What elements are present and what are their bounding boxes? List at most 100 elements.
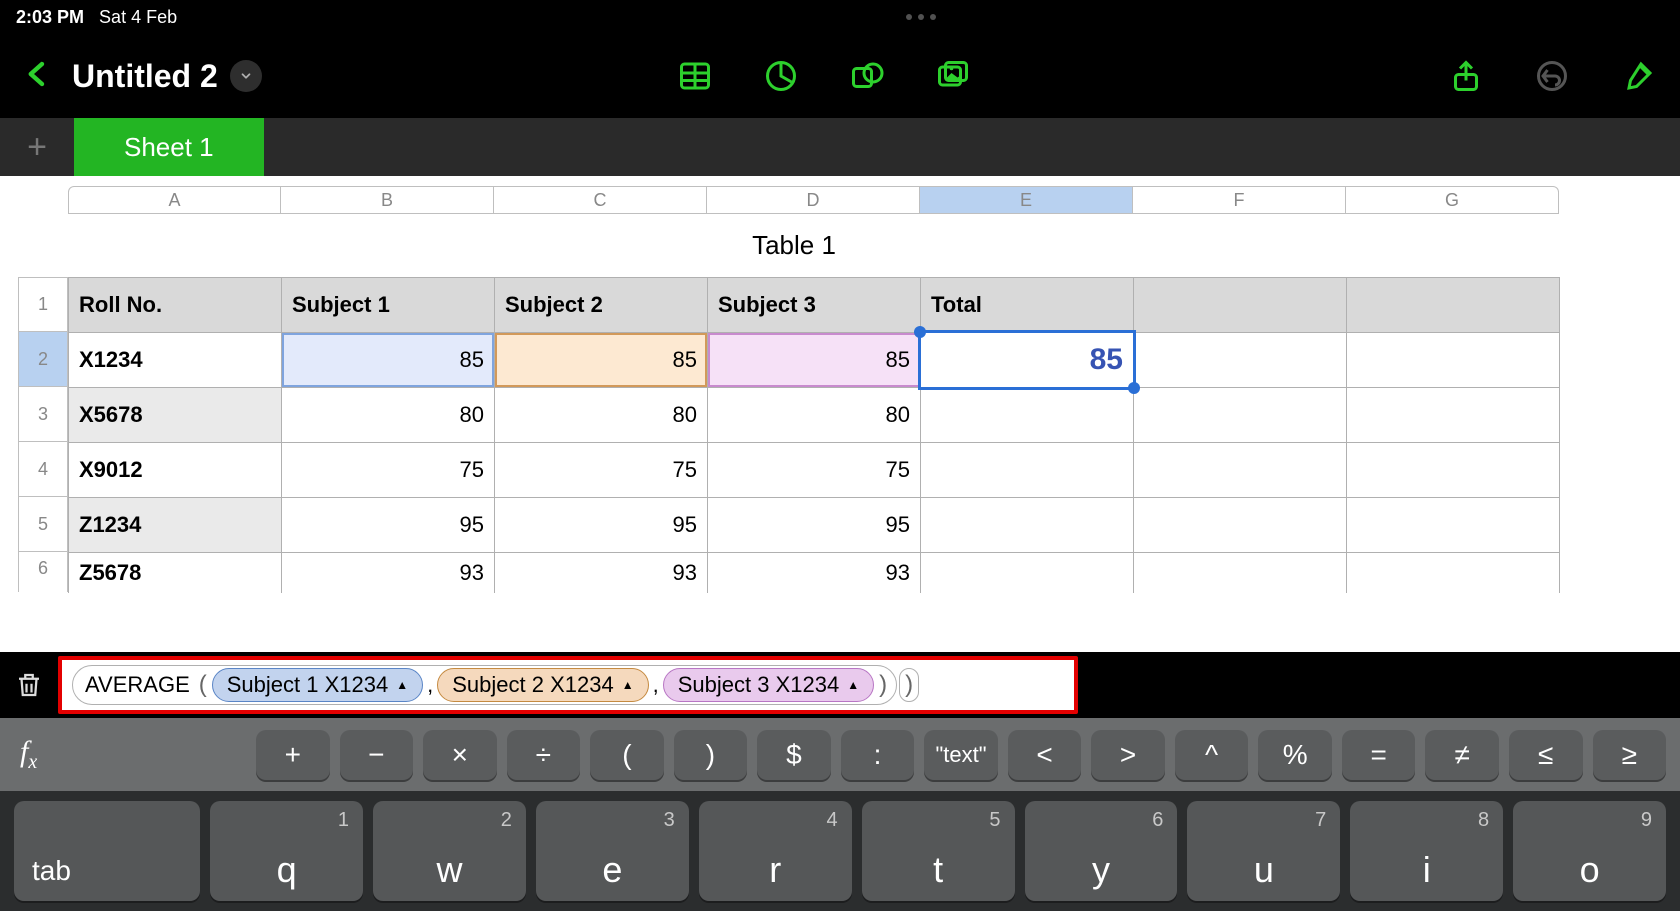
cell[interactable]: 93 [282, 553, 495, 593]
table-icon[interactable] [675, 56, 715, 96]
table-header-cell[interactable]: Subject 2 [495, 278, 708, 333]
cell[interactable] [1134, 388, 1347, 443]
table-header-cell[interactable]: Roll No. [69, 278, 282, 333]
cell[interactable] [1347, 333, 1560, 388]
cell[interactable] [1134, 553, 1347, 593]
key-t[interactable]: 5t [862, 801, 1015, 901]
key-tab[interactable]: tab [14, 801, 200, 901]
cell[interactable]: 75 [282, 443, 495, 498]
operator-key[interactable]: % [1258, 730, 1332, 780]
cell[interactable] [1347, 443, 1560, 498]
key-i[interactable]: 8i [1350, 801, 1503, 901]
cell[interactable]: 85 [921, 333, 1134, 388]
table-header-cell[interactable]: Subject 3 [708, 278, 921, 333]
back-button[interactable] [22, 56, 52, 96]
row-header-6[interactable]: 6 [18, 552, 68, 592]
cell[interactable]: 75 [495, 443, 708, 498]
column-header-e[interactable]: E [920, 186, 1133, 214]
cell[interactable] [1134, 443, 1347, 498]
row-header-4[interactable]: 4 [18, 442, 68, 497]
table-header-cell[interactable]: Subject 1 [282, 278, 495, 333]
document-title[interactable]: Untitled 2 [72, 58, 262, 95]
row-header-1[interactable]: 1 [18, 277, 68, 332]
operator-key[interactable]: $ [757, 730, 831, 780]
cell[interactable]: 85 [708, 333, 921, 388]
cell[interactable]: 80 [495, 388, 708, 443]
operator-key[interactable]: − [340, 730, 414, 780]
operator-key[interactable]: > [1091, 730, 1165, 780]
cell[interactable]: 93 [708, 553, 921, 593]
key-u[interactable]: 7u [1187, 801, 1340, 901]
formula-input-highlight[interactable]: AVERAGE ( Subject 1 X1234 ▲,Subject 2 X1… [58, 656, 1078, 714]
cell[interactable]: 85 [282, 333, 495, 388]
operator-key[interactable]: + [256, 730, 330, 780]
operator-key[interactable]: ÷ [507, 730, 581, 780]
delete-formula-button[interactable] [12, 668, 46, 702]
operator-key[interactable]: ) [674, 730, 748, 780]
cell[interactable] [921, 388, 1134, 443]
cell[interactable] [1347, 388, 1560, 443]
key-w[interactable]: 2w [373, 801, 526, 901]
cell[interactable]: 95 [282, 498, 495, 553]
share-icon[interactable] [1446, 56, 1486, 96]
key-q[interactable]: 1q [210, 801, 363, 901]
format-brush-icon[interactable] [1618, 56, 1658, 96]
cell[interactable] [921, 553, 1134, 593]
formula-arg-token[interactable]: Subject 2 X1234 ▲ [437, 668, 648, 702]
cell[interactable] [1347, 553, 1560, 593]
operator-key[interactable]: × [423, 730, 497, 780]
cell[interactable] [921, 443, 1134, 498]
cell[interactable] [1134, 333, 1347, 388]
title-dropdown-icon[interactable] [230, 60, 262, 92]
operator-key[interactable]: ≤ [1509, 730, 1583, 780]
cell[interactable]: 95 [495, 498, 708, 553]
operator-key[interactable]: : [841, 730, 915, 780]
multitask-dots[interactable] [177, 14, 1664, 20]
formula-arg-token[interactable]: Subject 1 X1234 ▲ [212, 668, 423, 702]
operator-key[interactable]: = [1342, 730, 1416, 780]
operator-key[interactable]: < [1008, 730, 1082, 780]
column-header-c[interactable]: C [494, 186, 707, 214]
column-header-d[interactable]: D [707, 186, 920, 214]
cell[interactable]: X1234 [69, 333, 282, 388]
key-r[interactable]: 4r [699, 801, 852, 901]
key-e[interactable]: 3e [536, 801, 689, 901]
cell[interactable] [1347, 498, 1560, 553]
cell[interactable]: 75 [708, 443, 921, 498]
operator-key[interactable]: ^ [1175, 730, 1249, 780]
cell[interactable] [921, 498, 1134, 553]
operator-key[interactable]: ≥ [1593, 730, 1667, 780]
add-sheet-button[interactable]: + [0, 118, 74, 176]
cell[interactable]: 80 [708, 388, 921, 443]
cell[interactable]: Z1234 [69, 498, 282, 553]
row-header-5[interactable]: 5 [18, 497, 68, 552]
key-o[interactable]: 9o [1513, 801, 1666, 901]
cell[interactable]: 80 [282, 388, 495, 443]
cell[interactable]: Z5678 [69, 553, 282, 593]
column-header-b[interactable]: B [281, 186, 494, 214]
row-header-2[interactable]: 2 [18, 332, 68, 387]
spreadsheet-surface[interactable]: . 123456 ABCDEFG Table 1 Roll No.Subject… [0, 176, 1680, 652]
table-header-cell[interactable]: Total [921, 278, 1134, 333]
fx-button[interactable]: fx [14, 735, 244, 774]
chart-icon[interactable] [761, 56, 801, 96]
table-header-cell[interactable] [1347, 278, 1560, 333]
data-table[interactable]: Roll No.Subject 1Subject 2Subject 3Total… [68, 277, 1560, 593]
formula-arg-token[interactable]: Subject 3 X1234 ▲ [663, 668, 874, 702]
column-header-f[interactable]: F [1133, 186, 1346, 214]
cell[interactable]: 93 [495, 553, 708, 593]
sheet-tab-active[interactable]: Sheet 1 [74, 118, 264, 176]
media-icon[interactable] [933, 56, 973, 96]
cell[interactable]: X5678 [69, 388, 282, 443]
operator-key[interactable]: "text" [924, 730, 998, 780]
table-header-cell[interactable] [1134, 278, 1347, 333]
cell[interactable]: 95 [708, 498, 921, 553]
row-header-3[interactable]: 3 [18, 387, 68, 442]
table-title[interactable]: Table 1 [68, 214, 1560, 277]
key-y[interactable]: 6y [1025, 801, 1178, 901]
cell[interactable]: 85 [495, 333, 708, 388]
cell[interactable]: X9012 [69, 443, 282, 498]
column-header-g[interactable]: G [1346, 186, 1559, 214]
operator-key[interactable]: ≠ [1425, 730, 1499, 780]
column-header-a[interactable]: A [68, 186, 281, 214]
